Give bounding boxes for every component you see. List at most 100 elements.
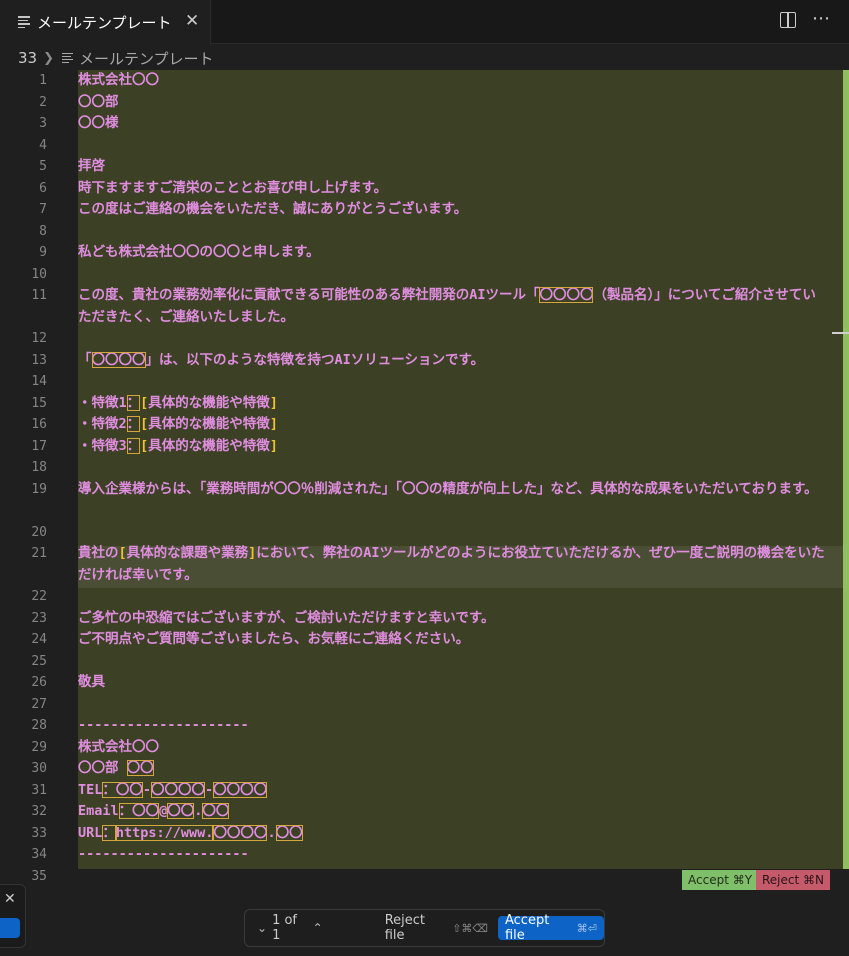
text-token: 株式会社 [78,72,132,88]
line-text: 敬具 [78,672,826,694]
code-line[interactable]: 8 [0,221,849,243]
bracket-token: ] [269,416,278,432]
code-line[interactable]: 20 [0,522,849,544]
line-number: 1 [39,73,47,88]
placeholder-token: https://www. [115,824,214,841]
code-line[interactable]: 15 ・特徴1：[具体的な機能や特徴] [0,393,849,415]
line-text: URL：https://www.〇〇〇〇.〇〇 [78,823,826,845]
close-icon[interactable]: ✕ [4,891,16,907]
line-text: この度はご連絡の機会をいただき、誠にありがとうございます。 [78,199,826,221]
editor[interactable]: 1 株式会社〇〇 2 〇〇部 3 〇〇様 4 5 拝啓 6 時下ますますご清栄のこととお喜び申し上げ… [0,70,849,900]
line-number: 20 [31,524,47,540]
line-text: ・特徴2：[具体的な機能や特徴] [78,414,826,436]
line-number: 24 [31,632,47,647]
code-line[interactable]: 33 URL：https://www.〇〇〇〇.〇〇 [0,823,849,845]
code-line[interactable]: 3 〇〇様 [0,113,849,135]
line-number: 33 [31,825,47,841]
code-line[interactable]: 22 [0,586,849,608]
accept-file-button[interactable]: Accept file ⌘⏎ [497,913,604,943]
line-text: ・特徴3：[具体的な機能や特徴] [78,436,826,458]
code-line[interactable]: 17 ・特徴3：[具体的な機能や特徴] [0,436,849,458]
bracket-token: [ [118,545,127,561]
line-text: 〇〇部 〇〇 [78,758,826,780]
text-token: --------------------- [78,846,249,862]
text-token: 具体的な機能や特徴 [148,416,270,432]
text-token: 具体的な機能や特徴 [148,394,270,411]
more-actions-icon[interactable]: ⋯ [812,10,831,28]
text-token: 〇〇様 [78,115,119,131]
reject-shortcut: ⇧⌘⌫ [452,921,488,935]
line-text: 「〇〇〇〇」は、以下のような特徴を持つAIソリューションです。 [78,350,826,372]
code-line[interactable]: 9 私ども株式会社〇〇の〇〇と申します。 [0,242,849,264]
placeholder-token: 〇〇 [275,824,303,841]
review-bar: ⌄ 1 of 1 ⌃ Reject file ⇧⌘⌫ Accept file ⌘… [244,909,605,947]
file-text-icon [18,16,30,28]
code-line[interactable]: 27 [0,694,849,716]
breadcrumb-file[interactable]: メールテンプレート [79,48,214,69]
code-line[interactable]: 19 導入企業様からは、「業務時間が〇〇％削減された」「〇〇の精度が向上した」など… [0,479,849,501]
code-line[interactable]: 26 敬具 [0,672,849,694]
panel-action-button[interactable] [0,918,20,938]
text-token: この度、貴社の業務効率化に貢献できる可能性のある弊社開発のAIツール「 [78,287,540,303]
code-line[interactable]: 32 Email：〇〇@〇〇.〇〇 [0,801,849,823]
code-line[interactable]: 28 --------------------- [0,715,849,737]
chevron-up-icon[interactable]: ⌃ [313,921,323,935]
code-line[interactable]: 4 [0,135,849,157]
change-count: 1 of 1 [272,913,297,943]
tab-email-template[interactable]: メールテンプレート ✕ [0,0,211,44]
close-icon[interactable]: ✕ [185,13,199,30]
chevron-down-icon[interactable]: ⌄ [257,921,267,935]
code-line[interactable]: 11 この度、貴社の業務効率化に貢献できる可能性のある弊社開発のAIツール「〇〇〇… [0,285,849,325]
text-token: 」は、以下のような特徴を持つAIソリューションです。 [145,351,485,368]
line-number: 26 [31,675,47,690]
text-token: 〇〇 [132,72,159,88]
code-line[interactable]: 31 TEL：〇〇-〇〇〇〇-〇〇〇〇 [0,780,849,802]
code-line[interactable]: 25 [0,651,849,673]
code-line[interactable]: 23 ご多忙の中恐縮ではございますが、ご検討いただけますと幸いです。 [0,608,849,630]
line-number: 5 [39,159,47,174]
code-line[interactable]: 13 「〇〇〇〇」は、以下のような特徴を持つAIソリューションです。 [0,350,849,372]
line-text: 私ども株式会社〇〇の〇〇と申します。 [78,242,826,264]
code-line[interactable]: 10 [0,264,849,286]
code-line[interactable]: 34 --------------------- [0,844,849,866]
code-line[interactable]: 29 株式会社〇〇 [0,737,849,759]
accept-shortcut: ⌘⏎ [576,921,597,935]
code-line[interactable]: 7 この度はご連絡の機会をいただき、誠にありがとうございます。 [0,199,849,221]
line-number: 14 [31,374,47,389]
split-editor-icon[interactable] [780,12,796,28]
code-line[interactable]: 1 株式会社〇〇 [0,70,849,92]
placeholder-token: 〇〇〇〇 [151,781,206,798]
text-token: Email [78,803,119,819]
text-token: 株式会社〇〇 [78,738,159,755]
code-line[interactable]: 2 〇〇部 [0,92,849,114]
line-text: 拝啓 [78,156,826,178]
line-text: 株式会社〇〇 [78,70,826,92]
line-number: 32 [31,804,47,819]
code-line[interactable]: 12 [0,328,849,350]
change-navigator: ⌄ 1 of 1 ⌃ [257,913,323,943]
line-text: --------------------- [78,715,826,737]
line-number: 6 [39,180,47,196]
reject-file-button[interactable]: Reject file ⇧⌘⌫ [385,913,488,943]
line-number: 30 [31,761,47,776]
breadcrumb-line-number[interactable]: 33 [18,49,37,67]
line-number: 34 [31,847,47,862]
code-line[interactable]: 14 [0,371,849,393]
code-line[interactable]: 30 〇〇部 〇〇 [0,758,849,780]
text-token: ご多忙の中恐縮ではございますが、ご検討いただけますと幸いです。 [78,609,495,626]
code-line[interactable]: 6 時下ますますご清栄のこととお喜び申し上げます。 [0,178,849,200]
code-line[interactable]: 5 拝啓 [0,156,849,178]
code-line[interactable]: 21 貴社の[具体的な課題や業務]において、弊社のAIツールがどのようにお役立てい… [0,543,849,583]
bracket-token: ] [269,394,278,411]
text-token: - [142,781,152,798]
text-token: 私ども株式会社〇〇の〇〇と申します。 [78,244,320,260]
inline-accept-button[interactable]: Accept ⌘Y [682,870,759,890]
inline-reject-button[interactable]: Reject ⌘N [756,870,830,890]
code-line[interactable]: 18 [0,457,849,479]
line-number: 3 [39,116,47,131]
text-token: 時下ますますご清栄のこととお喜び申し上げます。 [78,179,388,196]
code-line[interactable]: 24 ご不明点やご質問等ございましたら、お気軽にご連絡ください。 [0,629,849,651]
code-line[interactable]: 16 ・特徴2：[具体的な機能や特徴] [0,414,849,436]
text-token: ・特徴1 [78,394,127,411]
line-text: ・特徴1：[具体的な機能や特徴] [78,393,826,415]
